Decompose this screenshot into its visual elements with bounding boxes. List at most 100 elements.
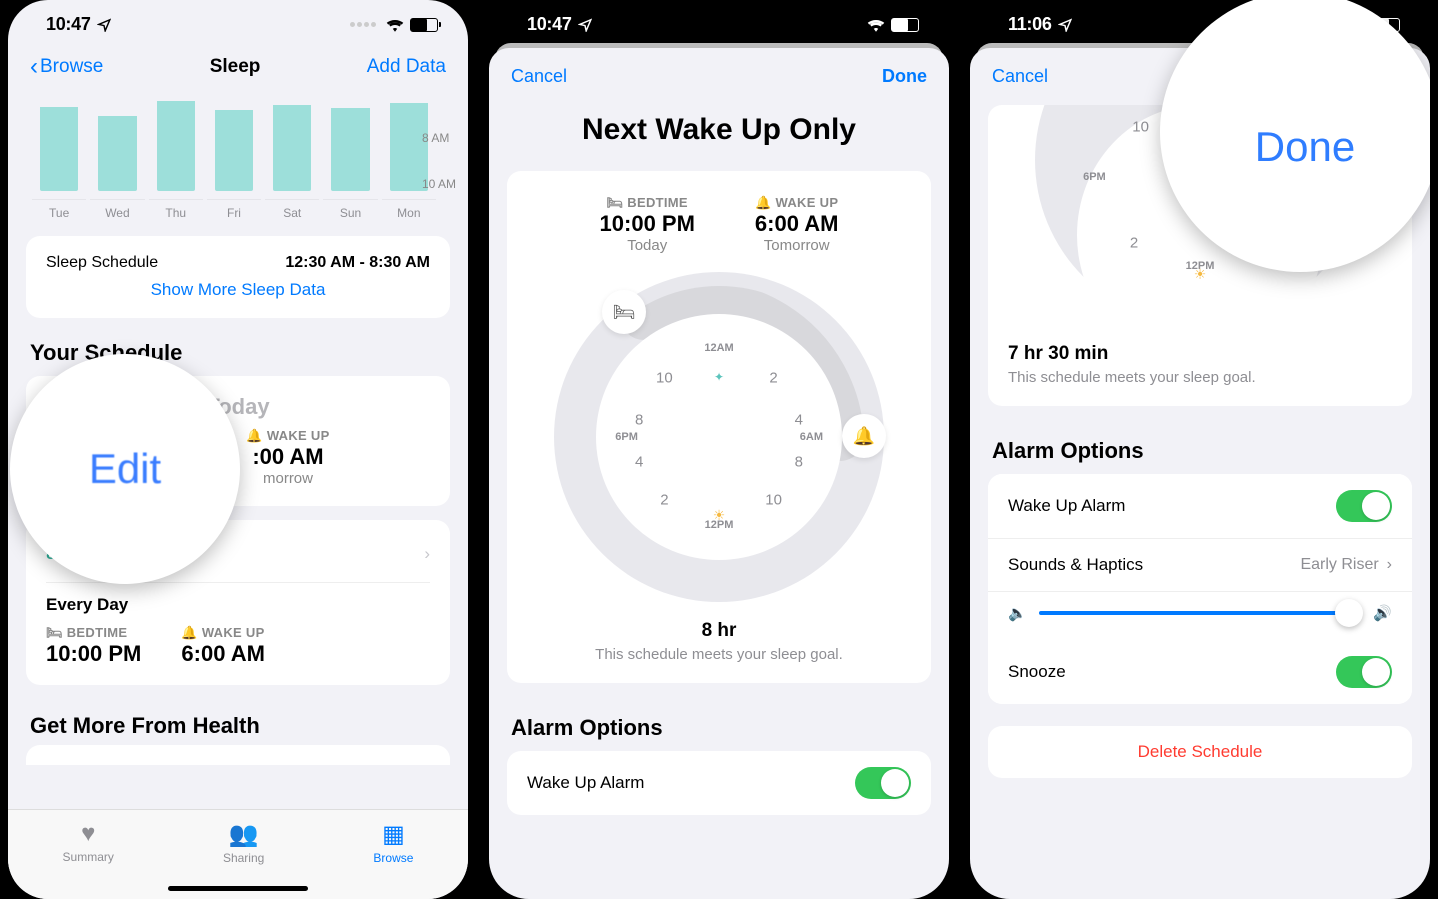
sounds-value: Early Riser	[1300, 556, 1378, 574]
wakeup-value: 6:00 AM	[755, 211, 839, 237]
location-icon	[97, 18, 111, 32]
wake-alarm-row: Wake Up Alarm	[507, 751, 931, 815]
y-axis-labels: 8 AM 10 AM	[422, 113, 456, 191]
sleep-schedule-time: 12:30 AM - 8:30 AM	[285, 254, 430, 272]
grid-icon: ▦	[382, 820, 405, 849]
chart-bar	[273, 105, 311, 191]
wifi-icon	[386, 18, 404, 32]
x-axis-labels: TueWedThuFriSatSunMon	[8, 199, 468, 220]
back-button[interactable]: ‹ Browse	[30, 53, 103, 81]
chevron-right-icon: ›	[1387, 556, 1392, 574]
location-icon	[1058, 18, 1072, 32]
cancel-button[interactable]: Cancel	[992, 66, 1048, 87]
snooze-row: Snooze	[988, 640, 1412, 704]
tab-browse[interactable]: ▦ Browse	[373, 820, 413, 865]
bell-icon: 🔔	[181, 625, 198, 640]
status-bar: 10:47	[489, 0, 949, 43]
alarm-options-header: Alarm Options	[970, 420, 1430, 474]
signal-dots-icon	[350, 22, 376, 27]
phone-1-sleep: 10:47 ‹ Browse Sleep Add Data 8 AM 10 AM…	[8, 0, 468, 899]
sun-icon: ☀	[713, 507, 726, 524]
bedtime-value: 10:00 PM	[600, 211, 695, 237]
status-time: 11:06	[1008, 14, 1052, 35]
snooze-toggle[interactable]	[1336, 656, 1392, 688]
bell-icon: 🔔	[755, 195, 772, 210]
sleep-duration: 8 hr	[527, 620, 911, 642]
phone-2-next-wakeup: 10:47 Cancel Done Next Wake Up Only 🛏 BE…	[489, 0, 949, 899]
wake-alarm-label: Wake Up Alarm	[1008, 496, 1125, 516]
sounds-haptics-row[interactable]: Sounds & Haptics Early Riser ›	[988, 538, 1412, 591]
home-indicator[interactable]	[168, 886, 308, 891]
sleep-schedule-label: Sleep Schedule	[46, 254, 158, 272]
chevron-left-icon: ‹	[30, 53, 38, 81]
volume-slider[interactable]	[1039, 611, 1362, 615]
sounds-label: Sounds & Haptics	[1008, 555, 1143, 575]
nav-bar: ‹ Browse Sleep Add Data	[8, 43, 468, 95]
modal-title: Next Wake Up Only	[489, 105, 949, 171]
wake-alarm-row: Wake Up Alarm	[988, 474, 1412, 538]
sleep-schedule-card[interactable]: Sleep Schedule 12:30 AM - 8:30 AM Show M…	[26, 236, 450, 318]
alarm-options-list: Wake Up Alarm Sounds & Haptics Early Ris…	[988, 474, 1412, 704]
wakeup-sub: morrow	[246, 470, 329, 487]
wifi-icon	[867, 18, 885, 32]
status-time: 10:47	[46, 14, 91, 35]
volume-slider-row: 🔈 🔊	[988, 591, 1412, 640]
callout-edit-text: Edit	[89, 445, 161, 493]
wakeup-time: :00 AM	[246, 444, 329, 470]
bed-icon: 🛏	[607, 195, 624, 210]
chevron-right-icon: ›	[424, 544, 430, 564]
wake-alarm-toggle[interactable]	[855, 767, 911, 799]
wakeup-value: 6:00 AM	[181, 641, 265, 667]
sleep-dial[interactable]: 12AM 2 4 6AM 8 10 12PM 2 4 6PM 8 10 ✦ ☀ …	[554, 272, 884, 602]
callout-edit: Edit	[10, 354, 240, 584]
wakeup-handle[interactable]: 🔔	[842, 414, 886, 458]
delete-schedule-button[interactable]: Delete Schedule	[988, 726, 1412, 778]
snooze-label: Snooze	[1008, 662, 1066, 682]
volume-low-icon: 🔈	[1008, 604, 1027, 622]
bedtime-value: 10:00 PM	[46, 641, 141, 667]
status-bar: 10:47	[8, 0, 468, 43]
sleep-goal-text: This schedule meets your sleep goal.	[527, 646, 911, 663]
volume-high-icon: 🔊	[1373, 604, 1392, 622]
sleep-duration: 7 hr 30 min	[1008, 343, 1392, 365]
alarm-options-header: Alarm Options	[489, 697, 949, 751]
get-more-header: Get More From Health	[8, 699, 468, 745]
clock-card: 🛏 BEDTIME 10:00 PM Today 🔔 WAKE UP 6:00 …	[507, 171, 931, 683]
get-more-card-peek	[26, 745, 450, 765]
battery-icon	[891, 18, 919, 32]
people-icon: 👥	[229, 820, 259, 849]
battery-icon	[410, 18, 438, 32]
show-more-link[interactable]: Show More Sleep Data	[46, 272, 430, 300]
bedtime-handle[interactable]: 🛏	[602, 290, 646, 334]
back-label: Browse	[40, 56, 103, 78]
add-data-button[interactable]: Add Data	[367, 56, 446, 78]
sleep-goal-text: This schedule meets your sleep goal.	[1008, 369, 1392, 386]
modal-sheet: Cancel Done Next Wake Up Only 🛏 BEDTIME …	[489, 48, 949, 899]
callout-done: Done	[1160, 0, 1430, 272]
cancel-button[interactable]: Cancel	[511, 66, 567, 87]
star-icon: ✦	[714, 370, 724, 384]
alarm-options-list: Wake Up Alarm	[507, 751, 931, 815]
every-day-label: Every Day	[46, 595, 430, 615]
chart-bar	[157, 101, 195, 191]
wake-alarm-label: Wake Up Alarm	[527, 773, 644, 793]
phone-3-edit-schedule: 11:06 Cancel Edit Your 10 8 6PM 2	[970, 0, 1430, 899]
page-title: Sleep	[210, 56, 261, 78]
chart-bar	[40, 107, 78, 191]
bed-icon: 🛏	[46, 625, 63, 640]
tab-summary[interactable]: ♥ Summary	[63, 820, 114, 864]
tab-sharing[interactable]: 👥 Sharing	[223, 820, 264, 865]
chart-bar	[98, 116, 136, 191]
chart-bar	[215, 110, 253, 191]
callout-done-text: Done	[1255, 123, 1355, 171]
bell-icon: 🔔	[246, 428, 263, 443]
modal-nav: Cancel Done	[489, 48, 949, 105]
sun-icon: ☀	[1194, 266, 1207, 283]
done-button[interactable]: Done	[882, 66, 927, 87]
status-time: 10:47	[527, 14, 572, 35]
sleep-chart: 8 AM 10 AM	[8, 95, 468, 199]
heart-icon: ♥	[81, 820, 95, 848]
location-icon	[578, 18, 592, 32]
wake-alarm-toggle[interactable]	[1336, 490, 1392, 522]
chart-bar	[331, 108, 369, 191]
